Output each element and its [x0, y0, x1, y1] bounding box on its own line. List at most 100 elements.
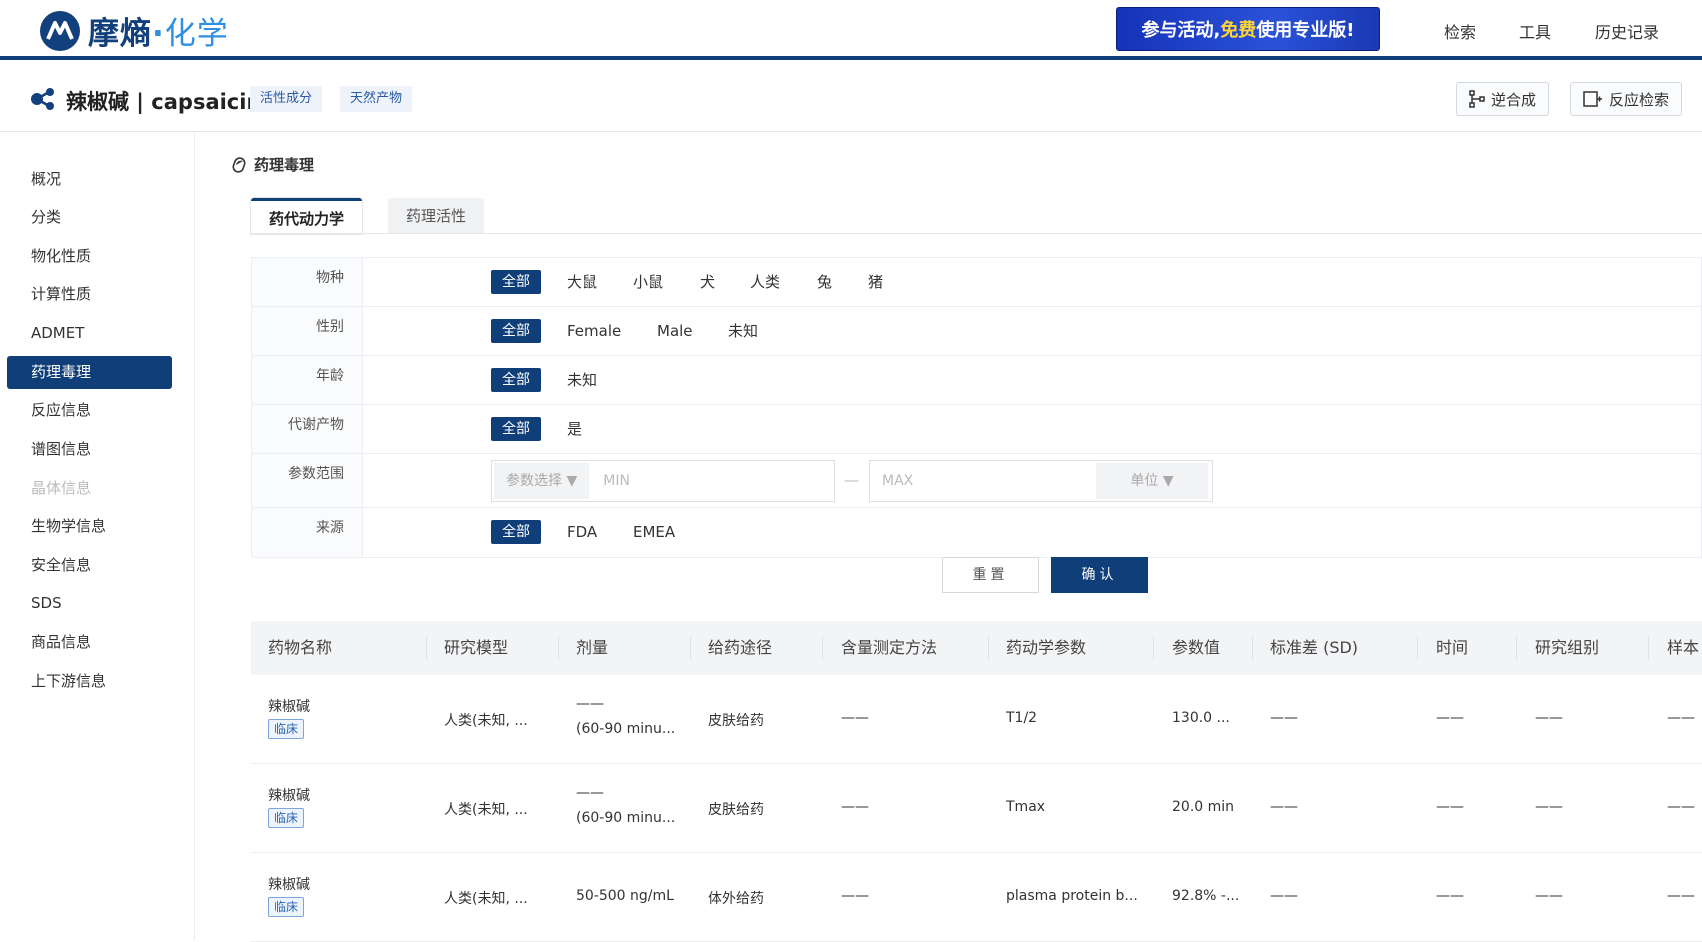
cell-drug-name[interactable]: 辣椒碱	[268, 696, 310, 716]
metabolite-option-all[interactable]: 全部	[491, 417, 541, 441]
col-assay: 含量测定方法	[841, 638, 938, 657]
brand-name: 摩熵·化学	[88, 16, 229, 52]
source-option-fda[interactable]: FDA	[567, 520, 597, 544]
sidebar-item-physchem[interactable]: 物化性质	[7, 240, 172, 273]
tag-natural-product[interactable]: 天然产物	[340, 86, 413, 112]
tag-active-ingredient[interactable]: 活性成分	[250, 86, 323, 112]
sidebar-item-admet[interactable]: ADMET	[7, 317, 172, 350]
pk-table: 药物名称 研究模型 剂量 给药途径 含量测定方法 药动学参数 参数值 标准差 (…	[251, 621, 1702, 942]
range-dash: —	[844, 471, 859, 489]
cell-drug-name[interactable]: 辣椒碱	[268, 874, 310, 894]
cell-dose-duration: (60-90 minu...	[576, 810, 676, 826]
col-model: 研究模型	[444, 638, 509, 657]
caret-down-icon: ▼	[1162, 473, 1174, 489]
sidebar-item-spectra[interactable]: 谱图信息	[7, 433, 172, 466]
sidebar-item-classification[interactable]: 分类	[7, 201, 172, 234]
table-row[interactable]: 辣椒碱 临床 人类(未知, ... 50-500 ng/mL 体外给药 —— p…	[251, 853, 1702, 942]
cell-model: 人类(未知, ...	[444, 802, 528, 818]
cell-time: ——	[1436, 710, 1464, 726]
filter-row-species: 物种 全部 大鼠 小鼠 犬 人类 兔 猪	[252, 258, 1701, 307]
species-option-dog[interactable]: 犬	[700, 270, 715, 294]
filter-label-species: 物种	[252, 258, 363, 306]
sidebar-item-overview[interactable]: 概况	[7, 163, 172, 196]
cell-time: ——	[1436, 888, 1464, 904]
gender-option-unknown[interactable]: 未知	[728, 319, 758, 343]
cell-sample: ——	[1667, 799, 1695, 815]
cell-assay: ——	[841, 710, 869, 726]
sidebar-item-reactions[interactable]: 反应信息	[7, 394, 172, 427]
caret-down-icon: ▼	[566, 473, 578, 489]
range-max-group: MAX 单位 ▼	[869, 460, 1213, 502]
col-drug-name: 药物名称	[268, 638, 333, 657]
filter-row-range: 参数范围 参数选择 ▼ MIN — MAX 单位 ▼	[252, 454, 1701, 508]
sidebar-item-biology[interactable]: 生物学信息	[7, 510, 172, 543]
sidebar-item-upstream[interactable]: 上下游信息	[7, 665, 172, 698]
cell-time: ——	[1436, 799, 1464, 815]
reaction-search-icon	[1583, 91, 1602, 107]
sidebar-item-safety[interactable]: 安全信息	[7, 549, 172, 582]
species-option-rabbit[interactable]: 兔	[817, 270, 832, 294]
compound-name: 辣椒碱 | capsaicin	[66, 90, 262, 114]
pill-icon	[232, 156, 246, 173]
filter-row-source: 来源 全部 FDA EMEA	[252, 508, 1701, 557]
reset-button[interactable]: 重置	[942, 557, 1039, 593]
cell-drug-name[interactable]: 辣椒碱	[268, 785, 310, 805]
species-option-rat[interactable]: 大鼠	[567, 270, 597, 294]
species-option-pig[interactable]: 猪	[868, 270, 883, 294]
table-row[interactable]: 辣椒碱 临床 人类(未知, ... —— (60-90 minu... 皮肤给药…	[251, 764, 1702, 853]
cell-route: 皮肤给药	[708, 713, 764, 729]
range-min-input[interactable]: MIN	[591, 473, 630, 489]
cell-sd: ——	[1270, 888, 1298, 904]
cell-model: 人类(未知, ...	[444, 891, 528, 907]
cell-assay: ——	[841, 799, 869, 815]
cell-dose: ——	[576, 785, 604, 801]
param-select-dropdown[interactable]: 参数选择 ▼	[494, 463, 590, 499]
gender-option-male[interactable]: Male	[657, 319, 693, 343]
col-group: 研究组别	[1535, 638, 1600, 657]
filter-row-gender: 性别 全部 Female Male 未知	[252, 307, 1701, 356]
confirm-button[interactable]: 确认	[1051, 557, 1148, 593]
section-title: 药理毒理	[232, 154, 314, 175]
col-pk-param: 药动学参数	[1006, 638, 1087, 657]
metabolite-option-yes[interactable]: 是	[567, 417, 582, 441]
nav-search[interactable]: 检索	[1444, 19, 1476, 43]
age-option-all[interactable]: 全部	[491, 368, 541, 392]
promo-banner[interactable]: 参与活动, 免费 使用专业版!	[1116, 7, 1380, 51]
cell-group: ——	[1535, 710, 1563, 726]
species-option-human[interactable]: 人类	[750, 270, 780, 294]
source-option-emea[interactable]: EMEA	[633, 520, 675, 544]
species-option-mouse[interactable]: 小鼠	[633, 270, 663, 294]
range-max-input[interactable]: MAX	[870, 473, 1094, 489]
cell-route: 体外给药	[708, 891, 764, 907]
source-option-all[interactable]: 全部	[491, 520, 541, 544]
logo[interactable]: 摩熵·化学	[40, 8, 229, 53]
age-option-unknown[interactable]: 未知	[567, 368, 597, 392]
gender-option-female[interactable]: Female	[567, 319, 621, 343]
table-row[interactable]: 辣椒碱 临床 人类(未知, ... —— (60-90 minu... 皮肤给药…	[251, 675, 1702, 764]
nav-history[interactable]: 历史记录	[1595, 19, 1659, 43]
sidebar-item-sds[interactable]: SDS	[7, 587, 172, 620]
nav-tools[interactable]: 工具	[1519, 19, 1551, 43]
species-option-all[interactable]: 全部	[491, 270, 541, 294]
retrosynthesis-button[interactable]: 逆合成	[1456, 82, 1550, 116]
tab-pharmacological-activity[interactable]: 药理活性	[388, 198, 485, 234]
cell-param-value: 20.0 min	[1172, 799, 1235, 815]
tab-bar: 药代动力学 药理活性	[251, 198, 485, 234]
cell-sd: ——	[1270, 799, 1298, 815]
sidebar-item-computed[interactable]: 计算性质	[7, 278, 172, 311]
cell-dose: ——	[576, 696, 604, 712]
col-dose: 剂量	[576, 638, 609, 657]
unit-select-dropdown[interactable]: 单位 ▼	[1096, 463, 1208, 499]
cell-model: 人类(未知, ...	[444, 713, 528, 729]
sidebar-item-products[interactable]: 商品信息	[7, 626, 172, 659]
filter-row-metabolite: 代谢产物 全部 是	[252, 405, 1701, 454]
top-bar: 摩熵·化学 参与活动, 免费 使用专业版! 检索 工具 历史记录	[0, 0, 1702, 60]
gender-option-all[interactable]: 全部	[491, 319, 541, 343]
tab-pharmacokinetics[interactable]: 药代动力学	[251, 198, 363, 234]
cell-dose-duration: 50-500 ng/mL	[576, 888, 674, 904]
cell-sample: ——	[1667, 710, 1695, 726]
sidebar-item-pharmacology[interactable]: 药理毒理	[7, 356, 172, 389]
param-select-label: 参数选择	[506, 473, 562, 489]
reaction-search-button[interactable]: 反应检索	[1570, 82, 1683, 116]
clinical-badge: 临床	[268, 808, 305, 828]
